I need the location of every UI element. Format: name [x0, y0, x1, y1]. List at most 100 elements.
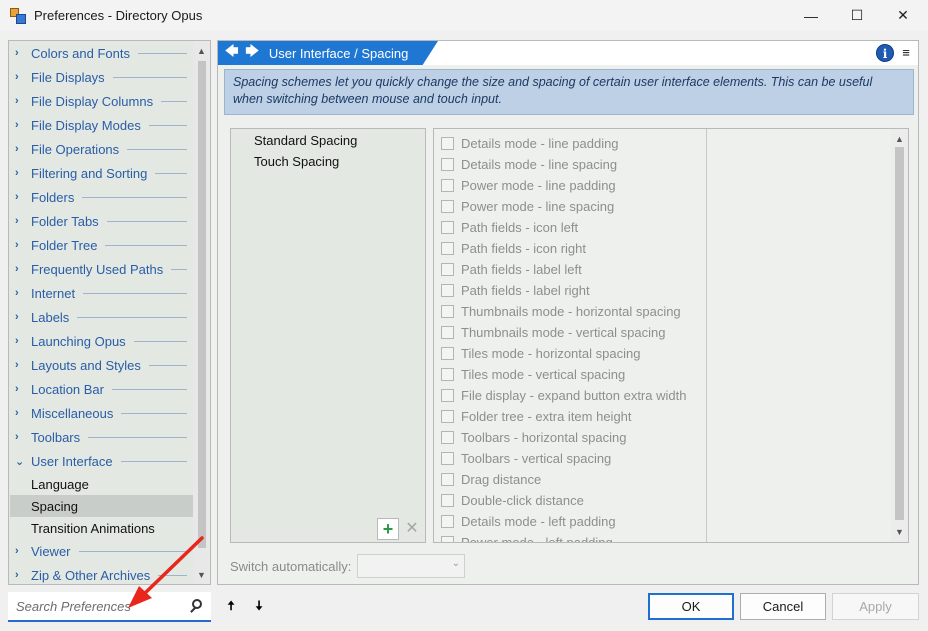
nav-item[interactable]: › File Displays: [9, 66, 193, 88]
setting-checkbox[interactable]: [441, 326, 454, 339]
nav-subitem[interactable]: Spacing: [10, 495, 194, 517]
cancel-button[interactable]: Cancel: [740, 593, 826, 620]
nav-item[interactable]: › File Display Modes: [9, 114, 193, 136]
nav-item[interactable]: › Launching Opus: [9, 330, 193, 352]
setting-row[interactable]: Path fields - label left: [441, 259, 582, 280]
apply-button[interactable]: Apply: [832, 593, 919, 620]
chevron-down-icon[interactable]: ⌄: [15, 455, 25, 468]
nav-item[interactable]: › File Display Columns: [9, 90, 193, 112]
setting-checkbox[interactable]: [441, 473, 454, 486]
nav-subitem[interactable]: Language: [10, 473, 194, 495]
scroll-down-icon[interactable]: ▼: [891, 524, 908, 540]
chevron-right-icon[interactable]: ›: [15, 167, 25, 179]
setting-row[interactable]: Toolbars - horizontal spacing: [441, 427, 626, 448]
setting-row[interactable]: Details mode - line spacing: [441, 154, 617, 175]
chevron-right-icon[interactable]: ›: [15, 407, 25, 419]
chevron-right-icon[interactable]: ›: [15, 359, 25, 371]
close-button[interactable]: ✕: [880, 0, 926, 31]
tree-scrollbar[interactable]: ▲ ▼: [193, 41, 210, 584]
scrollbar-thumb[interactable]: [198, 61, 206, 548]
menu-icon[interactable]: ≡: [900, 46, 912, 60]
nav-item[interactable]: › Colors and Fonts: [9, 42, 193, 64]
setting-row[interactable]: Tiles mode - vertical spacing: [441, 364, 625, 385]
settings-scrollbar[interactable]: ▲ ▼: [891, 129, 908, 542]
switch-automatically-select[interactable]: ⌄: [357, 554, 465, 578]
add-scheme-button[interactable]: +: [377, 518, 399, 540]
setting-checkbox[interactable]: [441, 515, 454, 528]
setting-checkbox[interactable]: [441, 410, 454, 423]
minimize-button[interactable]: —: [788, 0, 834, 31]
delete-scheme-button[interactable]: ✕: [402, 518, 422, 540]
ok-button[interactable]: OK: [648, 593, 734, 620]
setting-checkbox[interactable]: [441, 158, 454, 171]
setting-checkbox[interactable]: [441, 263, 454, 276]
nav-item[interactable]: › Location Bar: [9, 378, 193, 400]
setting-checkbox[interactable]: [441, 389, 454, 402]
chevron-right-icon[interactable]: ›: [15, 287, 25, 299]
setting-checkbox[interactable]: [441, 284, 454, 297]
setting-row[interactable]: Power mode - line padding: [441, 175, 616, 196]
nav-item[interactable]: ⌄ User Interface: [9, 450, 193, 472]
scheme-list-item[interactable]: Standard Spacing: [254, 133, 357, 148]
scheme-list-item[interactable]: Touch Spacing: [254, 154, 339, 169]
chevron-right-icon[interactable]: ›: [15, 263, 25, 275]
setting-row[interactable]: Details mode - left padding: [441, 511, 616, 532]
setting-checkbox[interactable]: [441, 221, 454, 234]
setting-checkbox[interactable]: [441, 179, 454, 192]
chevron-right-icon[interactable]: ›: [15, 431, 25, 443]
chevron-right-icon[interactable]: ›: [15, 47, 25, 59]
setting-checkbox[interactable]: [441, 494, 454, 507]
setting-checkbox[interactable]: [441, 368, 454, 381]
nav-item[interactable]: › File Operations: [9, 138, 193, 160]
chevron-right-icon[interactable]: ›: [15, 119, 25, 131]
setting-row[interactable]: Drag distance: [441, 469, 541, 490]
maximize-button[interactable]: ☐: [834, 0, 880, 31]
info-icon[interactable]: i: [876, 44, 894, 62]
chevron-right-icon[interactable]: ›: [15, 215, 25, 227]
nav-item[interactable]: › Frequently Used Paths: [9, 258, 193, 280]
scrollbar-thumb[interactable]: [895, 147, 904, 520]
chevron-right-icon[interactable]: ›: [15, 569, 25, 581]
move-down-button[interactable]: 🠇: [251, 598, 267, 614]
setting-checkbox[interactable]: [441, 347, 454, 360]
back-arrow-icon[interactable]: 🡄: [225, 42, 238, 64]
setting-checkbox[interactable]: [441, 242, 454, 255]
chevron-right-icon[interactable]: ›: [15, 95, 25, 107]
setting-checkbox[interactable]: [441, 452, 454, 465]
nav-item[interactable]: › Folder Tree: [9, 234, 193, 256]
chevron-right-icon[interactable]: ›: [15, 311, 25, 323]
setting-row[interactable]: Details mode - line padding: [441, 133, 619, 154]
setting-checkbox[interactable]: [441, 200, 454, 213]
setting-checkbox[interactable]: [441, 137, 454, 150]
setting-row[interactable]: Double-click distance: [441, 490, 584, 511]
nav-item[interactable]: › Miscellaneous: [9, 402, 193, 424]
setting-row[interactable]: Toolbars - vertical spacing: [441, 448, 611, 469]
setting-checkbox[interactable]: [441, 431, 454, 444]
scroll-up-icon[interactable]: ▲: [891, 131, 908, 147]
chevron-right-icon[interactable]: ›: [15, 143, 25, 155]
setting-row[interactable]: Path fields - label right: [441, 280, 590, 301]
spacing-schemes-list[interactable]: Standard Spacing Touch Spacing + ✕: [230, 128, 426, 543]
setting-row[interactable]: Power mode - left padding: [441, 532, 613, 542]
setting-checkbox[interactable]: [441, 305, 454, 318]
nav-item[interactable]: › Layouts and Styles: [9, 354, 193, 376]
setting-row[interactable]: Folder tree - extra item height: [441, 406, 632, 427]
chevron-right-icon[interactable]: ›: [15, 239, 25, 251]
nav-item[interactable]: › Folder Tabs: [9, 210, 193, 232]
chevron-right-icon[interactable]: ›: [15, 191, 25, 203]
move-up-button[interactable]: 🠅: [223, 598, 239, 614]
forward-arrow-icon[interactable]: 🡆: [245, 42, 258, 64]
setting-row[interactable]: Power mode - line spacing: [441, 196, 614, 217]
chevron-right-icon[interactable]: ›: [15, 383, 25, 395]
setting-checkbox[interactable]: [441, 536, 454, 542]
setting-row[interactable]: Thumbnails mode - vertical spacing: [441, 322, 665, 343]
setting-row[interactable]: Path fields - icon left: [441, 217, 578, 238]
chevron-right-icon[interactable]: ›: [15, 71, 25, 83]
chevron-right-icon[interactable]: ›: [15, 335, 25, 347]
nav-item[interactable]: › Internet: [9, 282, 193, 304]
nav-item[interactable]: › Filtering and Sorting: [9, 162, 193, 184]
chevron-right-icon[interactable]: ›: [15, 545, 25, 557]
setting-row[interactable]: Tiles mode - horizontal spacing: [441, 343, 640, 364]
setting-row[interactable]: Path fields - icon right: [441, 238, 586, 259]
nav-item[interactable]: › Folders: [9, 186, 193, 208]
